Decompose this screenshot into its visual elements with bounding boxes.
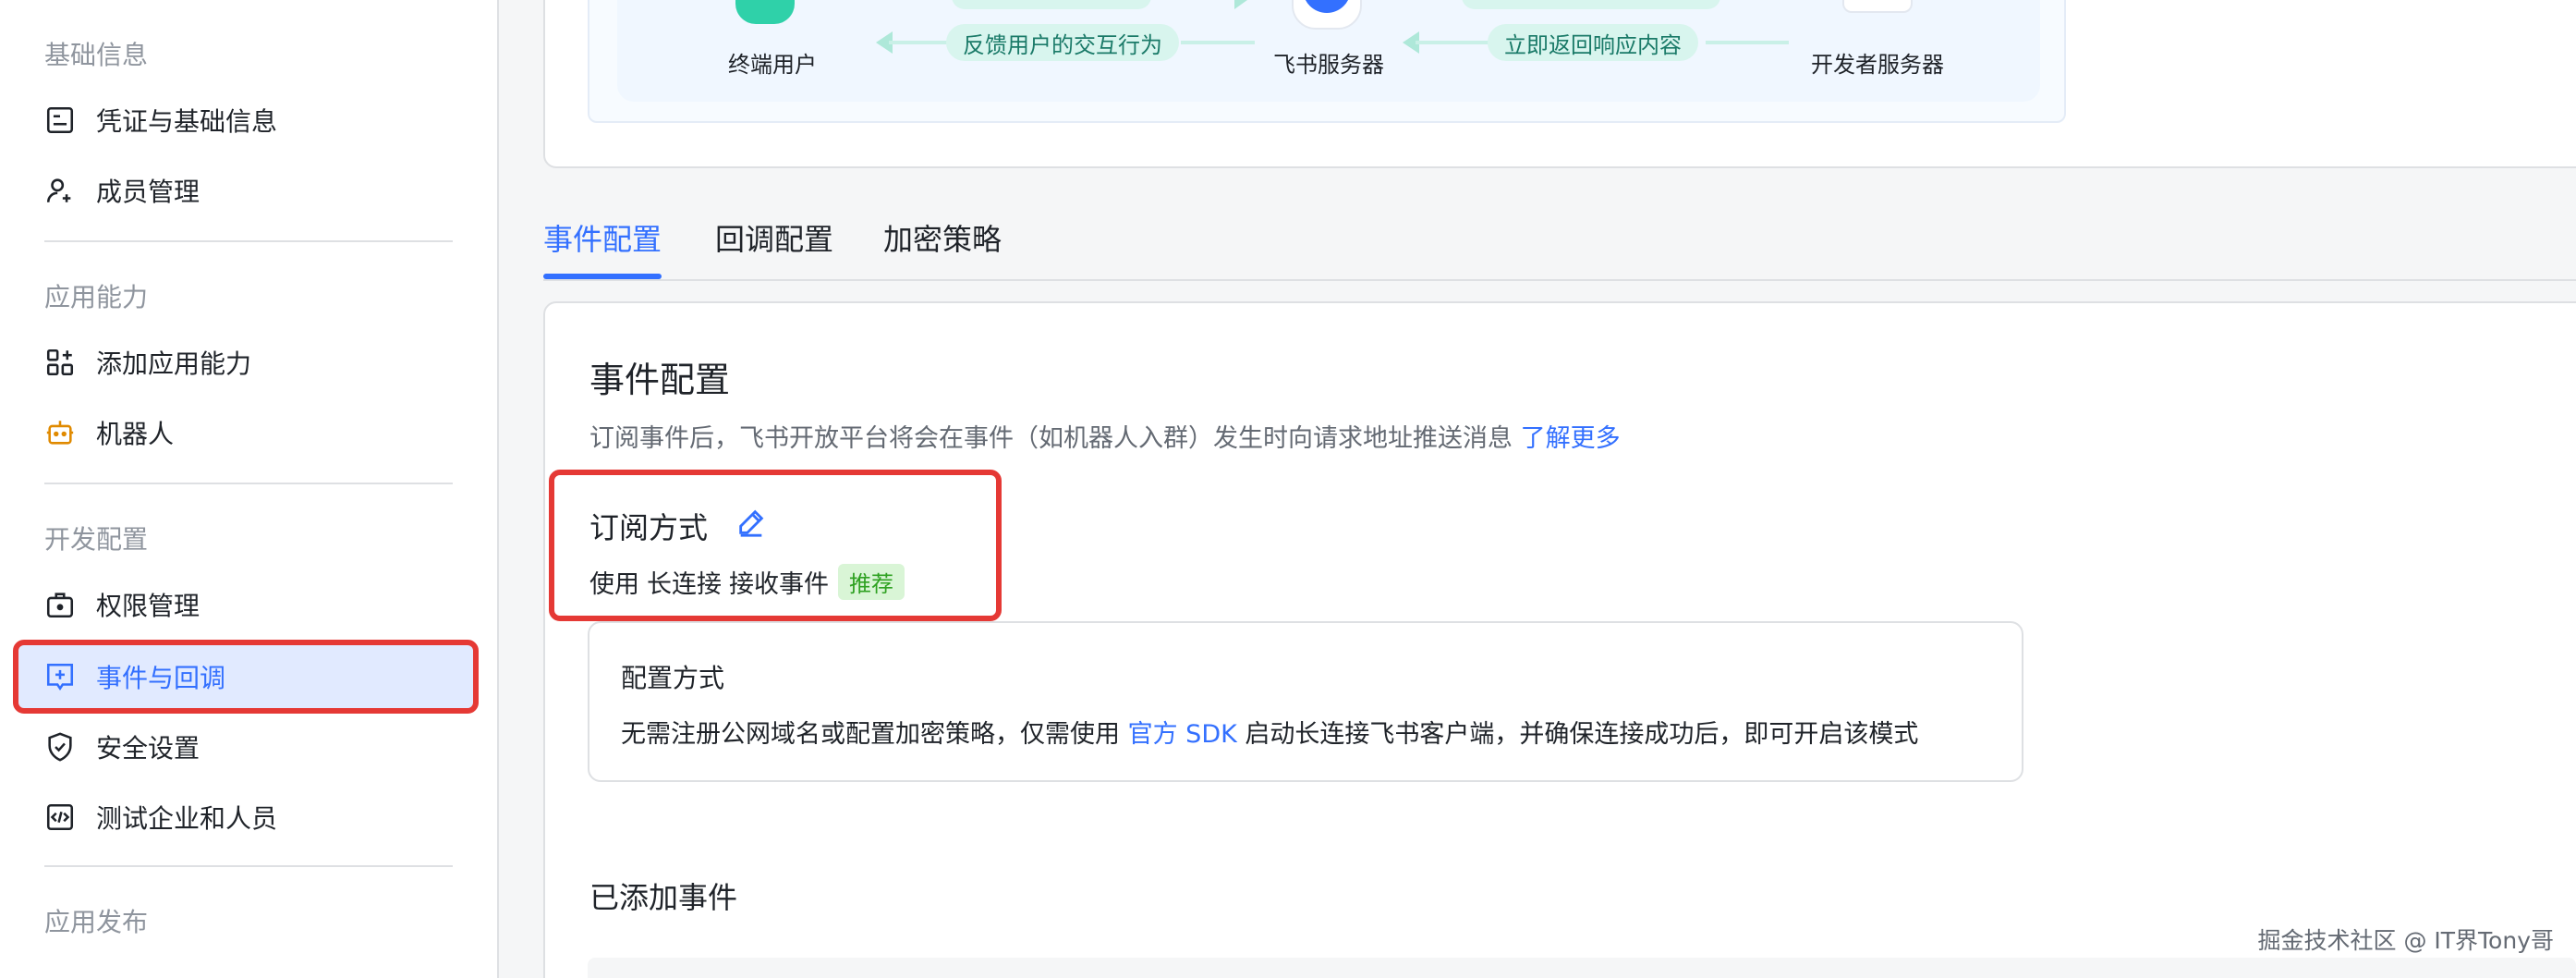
subscription-title: 订阅方式 [589, 510, 709, 545]
sidebar-group-dev-config: 开发配置 [44, 524, 149, 555]
sidebar-group-basic: 基础信息 [44, 40, 149, 70]
config-description: 无需注册公网域名或配置加密策略，仅需使用 官方 SDK 启动长连接飞书客户端，并… [621, 714, 1918, 750]
sidebar-divider [44, 240, 453, 242]
subscription-method-value: 长连接 [647, 570, 722, 599]
flow-label-feedback: 反馈用户的交互行为 [946, 24, 1179, 61]
flow-label-hidden [952, 0, 1151, 9]
config-info-box [588, 621, 2023, 782]
recommended-badge: 推荐 [838, 564, 905, 600]
sidebar-item-add-capability[interactable]: 添加应用能力 [44, 335, 251, 390]
flow-line [1706, 41, 1789, 44]
sidebar-divider [44, 483, 453, 484]
sidebar-item-security[interactable]: 安全设置 [44, 719, 200, 775]
credential-icon [44, 104, 76, 136]
flow-line [1181, 41, 1255, 44]
sidebar-item-label: 测试企业和人员 [96, 803, 278, 834]
node-end-user: 终端用户 [728, 52, 817, 78]
events-table-header [588, 958, 2576, 978]
code-icon [44, 801, 76, 833]
sidebar-item-label: 凭证与基础信息 [96, 106, 278, 137]
tab-bar: 事件配置 回调配置 加密策略 [543, 205, 2576, 281]
sidebar-item-test-tenants[interactable]: 测试企业和人员 [44, 789, 277, 845]
robot-icon [44, 417, 76, 448]
learn-more-link[interactable]: 了解更多 [1521, 424, 1621, 453]
sidebar-item-permissions[interactable]: 权限管理 [44, 577, 200, 632]
sidebar-item-credentials[interactable]: 凭证与基础信息 [44, 92, 277, 148]
sidebar-item-events-callbacks[interactable]: 事件与回调 [44, 649, 225, 704]
sidebar-group-publish: 应用发布 [44, 907, 149, 937]
sidebar-divider [44, 865, 453, 867]
event-icon [44, 661, 76, 692]
subscription-suffix: 接收事件 [729, 570, 829, 599]
apps-add-icon [44, 347, 76, 378]
added-events-title: 已添加事件 [589, 880, 738, 915]
sidebar: 基础信息 凭证与基础信息 成员管理 应用能力 添加应用能力 机器人 开发配置 权… [0, 0, 499, 978]
config-text-after: 启动长连接飞书客户端，并确保连接成功后，即可开启该模式 [1245, 720, 1919, 749]
tab-encryption[interactable]: 加密策略 [883, 216, 1002, 259]
watermark: 掘金技术社区 @ IT界Tony哥 [2257, 927, 2555, 954]
sidebar-item-members[interactable]: 成员管理 [44, 163, 200, 218]
subscription-method: 使用 长连接 接收事件 推荐 [589, 564, 905, 600]
subscription-prefix: 使用 [589, 570, 639, 599]
feishu-server-icon [1292, 0, 1362, 30]
node-developer-server: 开发者服务器 [1811, 52, 1944, 78]
sidebar-item-label: 安全设置 [96, 733, 200, 764]
config-title: 配置方式 [621, 663, 725, 693]
flow-label-response: 立即返回响应内容 [1488, 24, 1698, 61]
section-title: 事件配置 [589, 360, 731, 400]
permission-icon [44, 589, 76, 620]
flow-label-hidden [1462, 0, 1720, 9]
sidebar-item-robot[interactable]: 机器人 [44, 405, 174, 460]
developer-server-icon [1842, 0, 1913, 13]
arrow-right-icon [1234, 0, 1247, 9]
tab-active-indicator [543, 274, 662, 279]
description-text: 订阅事件后，飞书开放平台将会在事件（如机器人入群）发生时向请求地址推送消息 [589, 424, 1513, 453]
sidebar-item-label: 机器人 [96, 419, 175, 449]
node-feishu-server: 飞书服务器 [1273, 52, 1384, 78]
config-text-before: 无需注册公网域名或配置加密策略，仅需使用 [621, 720, 1120, 749]
sidebar-item-label: 成员管理 [96, 177, 200, 207]
shield-icon [44, 731, 76, 763]
tab-event-config[interactable]: 事件配置 [543, 216, 662, 259]
sidebar-group-capabilities: 应用能力 [44, 282, 149, 312]
section-description: 订阅事件后，飞书开放平台将会在事件（如机器人入群）发生时向请求地址推送消息 了解… [589, 418, 1621, 454]
user-add-icon [44, 175, 76, 206]
sidebar-item-label: 添加应用能力 [96, 348, 252, 379]
sidebar-item-label: 权限管理 [96, 591, 200, 621]
official-sdk-link[interactable]: 官方 SDK [1128, 720, 1237, 749]
sidebar-item-label: 事件与回调 [96, 663, 226, 693]
tab-callback-config[interactable]: 回调配置 [715, 216, 833, 259]
end-user-icon [735, 0, 795, 24]
flow-line [1416, 41, 1499, 44]
edit-icon[interactable] [735, 507, 767, 538]
